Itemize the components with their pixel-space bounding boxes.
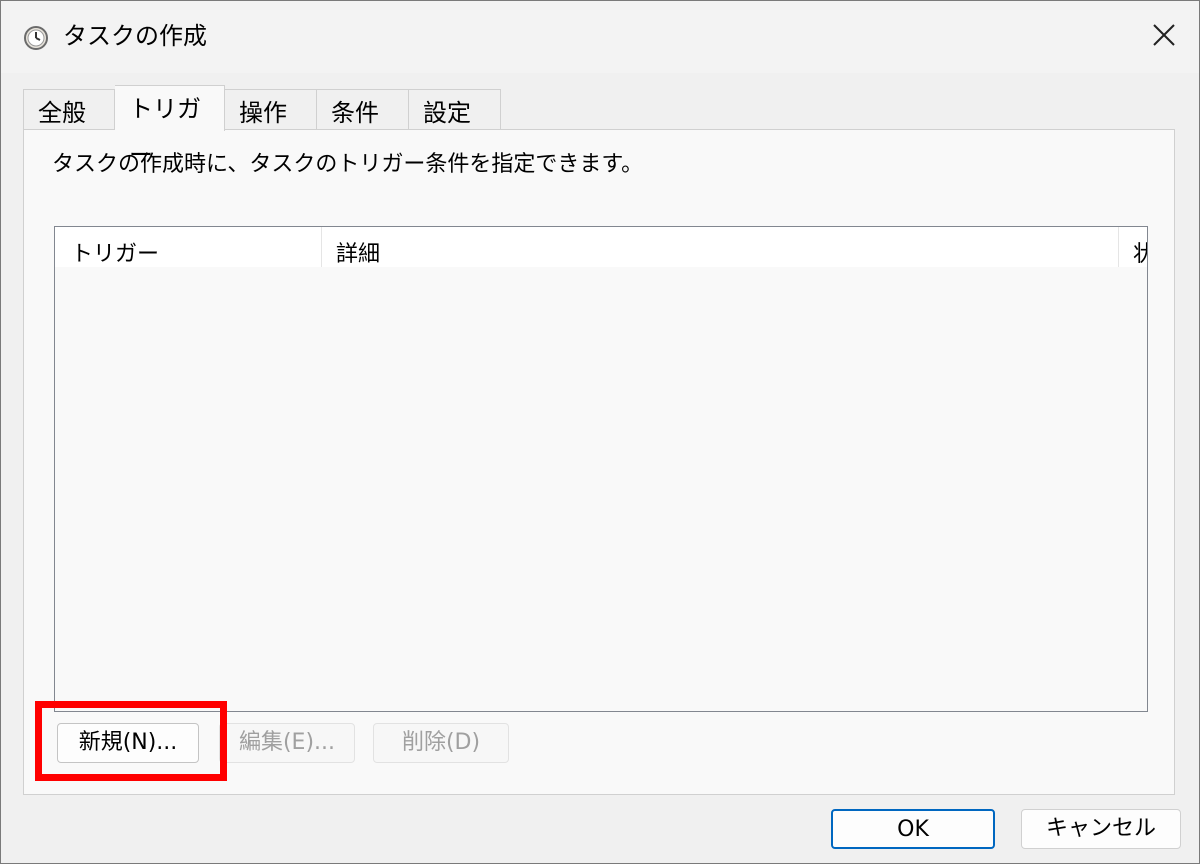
column-header-trigger[interactable]: トリガー: [55, 227, 321, 267]
triggers-panel: タスクの作成時に、タスクのトリガー条件を指定できます。 トリガー 詳細 状: [23, 129, 1175, 795]
tab-settings[interactable]: 設定: [409, 89, 501, 131]
tab-strip: 全般 トリガー 操作 条件 設定: [23, 85, 501, 169]
tab-triggers[interactable]: トリガー: [115, 85, 225, 169]
triggers-list[interactable]: トリガー 詳細 状: [54, 226, 1148, 712]
cancel-button[interactable]: キャンセル: [1021, 809, 1181, 849]
window-title: タスクの作成: [63, 22, 207, 50]
column-header-details[interactable]: 詳細: [322, 227, 1118, 267]
task-scheduler-clock-icon: [23, 25, 49, 51]
edit-trigger-button[interactable]: 編集(E)...: [219, 723, 355, 763]
tab-actions[interactable]: 操作: [225, 89, 317, 131]
tab-general[interactable]: 全般: [23, 89, 115, 131]
title-bar: タスクの作成: [1, 1, 1199, 73]
close-icon: [1152, 23, 1176, 51]
highlight-box: [35, 701, 227, 781]
tab-conditions[interactable]: 条件: [317, 89, 409, 131]
close-button[interactable]: [1129, 1, 1199, 73]
column-header-status[interactable]: 状: [1119, 227, 1147, 267]
ok-button[interactable]: OK: [831, 809, 995, 849]
create-task-dialog: タスクの作成 全般 トリガー 操作 条件 設定 タスクの作成時に、タスクのトリガ…: [0, 0, 1200, 864]
delete-trigger-button[interactable]: 削除(D): [373, 723, 509, 763]
